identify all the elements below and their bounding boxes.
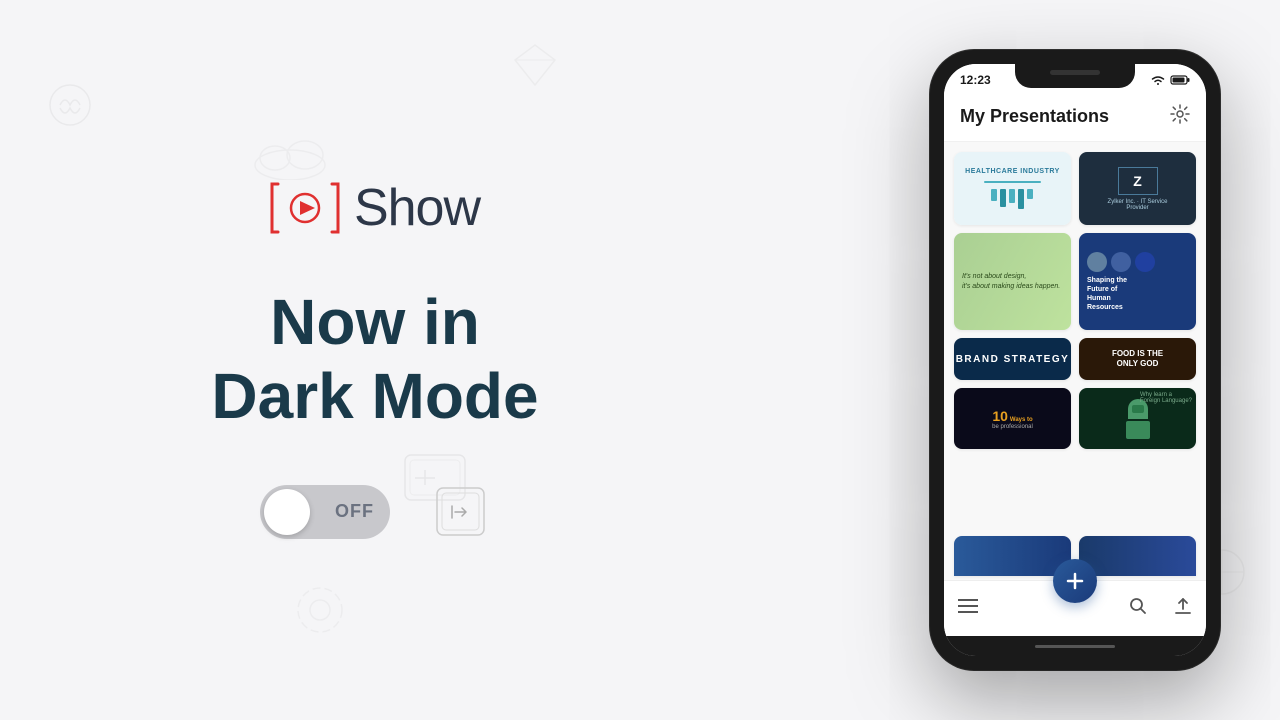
search-button[interactable] (1121, 589, 1155, 628)
status-time: 12:23 (960, 73, 991, 87)
plus-icon (1065, 571, 1085, 591)
presentations-grid: HEALTHCARE INDUSTRY Healthcare - Pla (944, 142, 1206, 536)
presentation-item-healthcare[interactable]: HEALTHCARE INDUSTRY Healthcare - Pla (954, 152, 1071, 225)
home-bar (1035, 645, 1115, 648)
presentation-thumb-healthcare: HEALTHCARE INDUSTRY (954, 152, 1071, 225)
presentation-item-zylker[interactable]: Z Zylker Inc. · IT ServiceProvider Zylke… (1079, 152, 1196, 225)
settings-button[interactable] (1170, 104, 1190, 129)
presentation-item-food[interactable]: FOOD IS THEONLY GOD Food is the only god… (1079, 338, 1196, 380)
dark-mode-toggle[interactable]: OFF (260, 485, 390, 539)
app-header-title: My Presentations (960, 106, 1109, 127)
partial-thumb-2 (1079, 536, 1196, 576)
battery-icon (1170, 74, 1190, 86)
toggle-state-label: OFF (335, 501, 374, 522)
share-icon (433, 484, 488, 539)
healthcare-bars (991, 189, 1033, 209)
partial-thumb-1 (954, 536, 1071, 576)
logo-area: Show (270, 178, 480, 238)
presentation-item-text[interactable]: 10 Ways to be professional Text Emphasis (954, 388, 1071, 449)
phone-mockup-wrapper: 12:23 My Presentations (930, 20, 1220, 700)
presentation-thumb-hr: Shaping theFuture ofHumanResources (1079, 233, 1196, 330)
presentation-thumb-playstore: Why learn aForeign Language? (1079, 388, 1196, 449)
phone-notch (1015, 64, 1135, 88)
toggle-area: OFF (260, 482, 490, 542)
presentation-thumb-idea: It's not about design,it's about making … (954, 233, 1071, 330)
search-icon (1129, 597, 1147, 615)
left-section: Show Now in Dark Mode OFF (0, 0, 750, 720)
menu-button[interactable] (950, 590, 986, 627)
app-logo-icon (270, 180, 340, 236)
status-icons (1150, 74, 1190, 86)
presentation-thumb-food: FOOD IS THEONLY GOD (1079, 338, 1196, 380)
presentation-item-brand[interactable]: BRAND STRATEGY Brand Strategy (954, 338, 1071, 380)
presentation-thumb-brand: BRAND STRATEGY (954, 338, 1071, 380)
phone-screen: 12:23 My Presentations (944, 64, 1206, 656)
presentation-item-idea[interactable]: It's not about design,it's about making … (954, 233, 1071, 330)
presentation-thumb-text: 10 Ways to be professional (954, 388, 1071, 449)
wifi-icon (1150, 74, 1166, 86)
phone-device: 12:23 My Presentations (930, 50, 1220, 670)
app-header: My Presentations (944, 96, 1206, 142)
upload-button[interactable] (1166, 589, 1200, 628)
fab-add-button[interactable] (1053, 559, 1097, 603)
presentation-item-playstore[interactable]: Why learn aForeign Language? For Playsto… (1079, 388, 1196, 449)
tagline-line1: Now in (270, 286, 480, 358)
app-name: Show (354, 178, 480, 238)
share-icon-area (430, 482, 490, 542)
settings-icon (1170, 104, 1190, 124)
menu-icon (958, 598, 978, 614)
tagline: Now in Dark Mode (211, 286, 538, 433)
tagline-line2: Dark Mode (211, 360, 538, 432)
healthcare-content-inner: HEALTHCARE INDUSTRY (965, 168, 1060, 209)
presentation-item-hr[interactable]: Shaping theFuture ofHumanResources Human… (1079, 233, 1196, 330)
home-indicator (944, 636, 1206, 656)
upload-icon (1174, 597, 1192, 615)
bottom-nav (944, 580, 1206, 636)
presentation-thumb-zylker: Z Zylker Inc. · IT ServiceProvider (1079, 152, 1196, 225)
partial-item-1 (954, 536, 1071, 576)
partial-item-2 (1079, 536, 1196, 576)
toggle-knob (264, 489, 310, 535)
phone-speaker (1050, 70, 1100, 75)
